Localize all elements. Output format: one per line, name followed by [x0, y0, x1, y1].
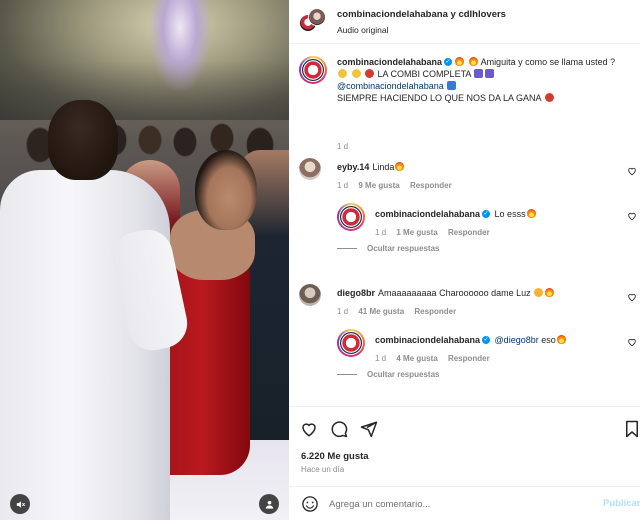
reply-time[interactable]: 1 d: [375, 354, 386, 363]
publish-button[interactable]: Publicar: [603, 498, 640, 509]
reply-button[interactable]: Responder: [414, 307, 456, 316]
fire-emoji: [556, 335, 566, 344]
comment-time[interactable]: 1 d: [337, 307, 348, 316]
hide-replies-toggle[interactable]: Ocultar respuestas: [337, 370, 439, 379]
share-icon: [360, 421, 378, 438]
reply-username[interactable]: combinaciondelahabana: [375, 209, 480, 219]
caption-username[interactable]: combinaciondelahabana: [337, 57, 442, 67]
audio-link[interactable]: Audio original: [337, 25, 389, 35]
fire-emoji: [455, 57, 465, 66]
save-button[interactable]: [622, 419, 640, 439]
author-link[interactable]: cdlhlovers: [458, 9, 506, 20]
boxing-glove-emoji: [544, 93, 554, 102]
comment-input[interactable]: [329, 495, 589, 513]
avatar[interactable]: [337, 329, 365, 357]
avatar[interactable]: [299, 56, 327, 84]
reply-mention[interactable]: @diego8br: [495, 335, 539, 345]
heart-icon[interactable]: [627, 211, 637, 221]
reply-button[interactable]: Responder: [410, 181, 452, 190]
caption-mention[interactable]: @combinaciondelahabana: [337, 81, 444, 91]
like-button[interactable]: [299, 419, 319, 439]
collab-avatars[interactable]: [299, 8, 327, 36]
reply-username[interactable]: combinaciondelahabana: [375, 335, 480, 345]
user-tag-icon: [265, 500, 273, 509]
verified-badge-icon: ✓: [482, 210, 491, 219]
post-authors: combinaciondelahabana y cdlhlovers: [337, 9, 506, 20]
fire-emoji: [468, 57, 478, 66]
comment-likes[interactable]: 9 Me gusta: [358, 181, 399, 190]
post-side-panel: combinaciondelahabana y cdlhlovers Audio…: [289, 0, 640, 520]
raised-hands-emoji: [534, 288, 544, 297]
music-emoji: [485, 69, 495, 78]
avatar[interactable]: [299, 158, 321, 180]
heart-icon[interactable]: [627, 337, 637, 347]
likes-count[interactable]: 6.220 Me gusta: [301, 451, 369, 462]
author-link[interactable]: combinaciondelahabana: [337, 9, 448, 20]
comment-text: Amaaaaaaaaa Charoooooo dame Luz: [378, 288, 531, 298]
post-actions: 6.220 Me gusta Hace un día: [289, 406, 640, 486]
tagged-users-button[interactable]: [259, 494, 279, 514]
reply-text: Lo esss: [494, 209, 526, 219]
verified-badge-icon: ✓: [444, 58, 453, 67]
reply-likes[interactable]: 1 Me gusta: [396, 228, 437, 237]
reply-time[interactable]: 1 d: [375, 228, 386, 237]
bus-emoji: [474, 69, 484, 78]
comment-button[interactable]: [329, 419, 349, 439]
flag-emoji: [447, 81, 457, 90]
smile-icon[interactable]: [301, 495, 319, 513]
post-video[interactable]: [0, 0, 289, 520]
comment-username[interactable]: diego8br: [337, 288, 375, 298]
heart-icon[interactable]: [627, 292, 637, 302]
hide-replies-toggle[interactable]: Ocultar respuestas: [337, 244, 439, 253]
mute-icon: [16, 500, 25, 508]
heart-icon[interactable]: [627, 166, 637, 176]
comment-item: diego8br Amaaaaaaaaa Charoooooo dame Luz …: [299, 284, 636, 324]
add-comment-bar: Publicar: [289, 486, 640, 520]
party-emoji: [351, 69, 361, 78]
bookmark-icon: [626, 420, 638, 438]
comment-username[interactable]: eyby.14: [337, 162, 369, 172]
avatar[interactable]: [299, 284, 321, 306]
heart-icon: [302, 423, 316, 437]
comment-text: Linda: [372, 162, 395, 172]
comments-section: combinaciondelahabana ✓ Amiguita y como s…: [289, 44, 640, 406]
instagram-post-modal: combinaciondelahabana y cdlhlovers Audio…: [0, 0, 640, 520]
reply-likes[interactable]: 4 Me gusta: [396, 354, 437, 363]
reply-button[interactable]: Responder: [448, 228, 490, 237]
post-date[interactable]: Hace un día: [301, 465, 344, 474]
fire-emoji: [395, 162, 405, 171]
reply-item: combinaciondelahabana ✓ Lo esss 1 d 1 Me …: [337, 203, 636, 239]
pin-emoji: [365, 69, 375, 78]
comment-time[interactable]: 1 d: [337, 181, 348, 190]
comment-icon: [331, 421, 348, 438]
caption-time[interactable]: 1 d: [337, 142, 348, 151]
reply-item: combinaciondelahabana ✓ @diego8br eso 1 d…: [337, 329, 636, 365]
share-button[interactable]: [359, 419, 379, 439]
face-emoji: [338, 69, 347, 78]
caption-text: LA COMBI COMPLETA: [377, 69, 471, 79]
comment-likes[interactable]: 41 Me gusta: [358, 307, 404, 316]
reply-button[interactable]: Responder: [448, 354, 490, 363]
fire-emoji: [545, 288, 555, 297]
verified-badge-icon: ✓: [482, 336, 491, 345]
reply-text: eso: [541, 335, 556, 345]
mute-button[interactable]: [10, 494, 30, 514]
caption-text: SIEMPRE HACIENDO LO QUE NOS DA LA GANA: [337, 93, 542, 103]
comment-item: eyby.14 Linda 1 d 9 Me gusta Responder: [299, 158, 636, 198]
avatar[interactable]: [337, 203, 365, 231]
caption-text: Amiguita y como se llama usted ?: [480, 57, 616, 67]
avatar: [308, 8, 326, 26]
post-header: combinaciondelahabana y cdlhlovers Audio…: [289, 0, 640, 44]
fire-emoji: [526, 209, 536, 218]
